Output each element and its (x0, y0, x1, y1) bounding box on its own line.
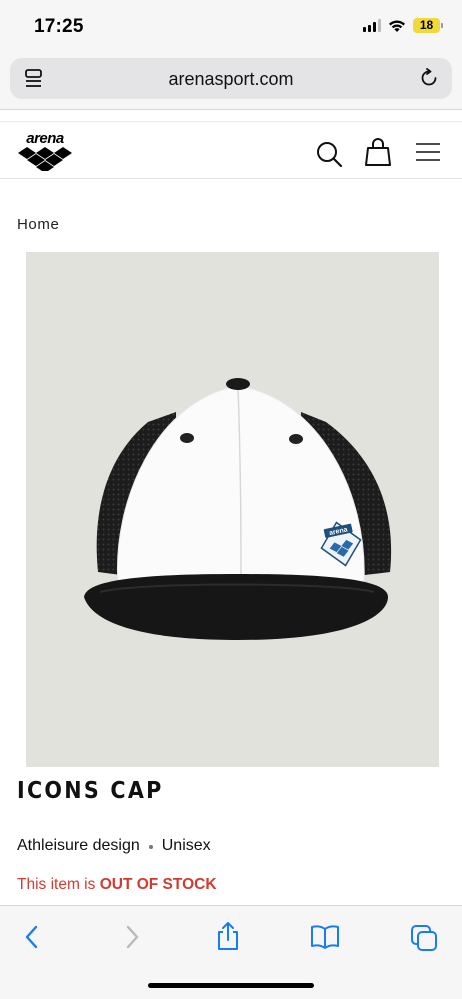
site-header: arena (0, 121, 462, 179)
breadcrumb-home[interactable]: Home (17, 216, 59, 233)
logo-text: arena (26, 130, 64, 147)
hamburger-menu-icon[interactable] (416, 142, 440, 162)
status-time: 17:25 (34, 16, 84, 37)
back-icon[interactable] (22, 924, 42, 950)
search-icon[interactable] (315, 140, 343, 168)
status-bar: 17:25 18 (0, 0, 462, 54)
browser-chrome: arenasport.com (0, 54, 462, 110)
status-indicators: 18 (363, 18, 443, 33)
attribute-gender: Unisex (161, 837, 211, 854)
shopping-bag-icon[interactable] (365, 137, 391, 167)
wifi-icon (389, 19, 405, 32)
arena-diamond-logo-icon (18, 147, 72, 171)
cap-illustration: arena (84, 378, 392, 640)
reload-icon[interactable] (419, 68, 439, 88)
product-image[interactable]: arena (26, 252, 439, 767)
browser-divider (0, 109, 462, 110)
battery-icon: 18 (413, 18, 443, 33)
product-title: ICONS CAP (17, 778, 164, 804)
share-icon[interactable] (215, 921, 241, 951)
bookmarks-icon[interactable] (310, 924, 340, 950)
stock-prefix: This item is (17, 876, 100, 893)
home-indicator (148, 983, 314, 988)
address-bar[interactable]: arenasport.com (10, 58, 452, 99)
attribute-separator (148, 845, 153, 849)
arena-logo[interactable]: arena (16, 130, 74, 172)
stock-status: This item is OUT OF STOCK (17, 876, 217, 894)
stock-label: OUT OF STOCK (99, 876, 217, 893)
attribute-design: Athleisure design (17, 837, 140, 854)
cellular-signal-icon (363, 19, 381, 32)
tabs-icon[interactable] (410, 924, 438, 952)
url-text[interactable]: arenasport.com (10, 69, 452, 90)
forward-icon[interactable] (122, 924, 142, 950)
product-attributes: Athleisure design Unisex (17, 837, 211, 855)
